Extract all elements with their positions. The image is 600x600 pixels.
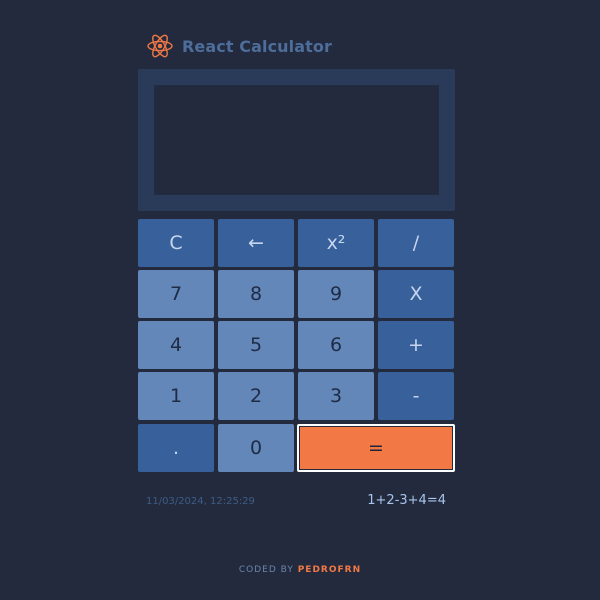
digit-9-button[interactable]: 9 (298, 270, 374, 318)
backspace-button[interactable]: ← (218, 219, 294, 267)
history-timestamp: 11/03/2024, 12:25:29 (146, 496, 255, 507)
history-row: 11/03/2024, 12:25:29 1+2-3+4=4 (146, 493, 446, 513)
divide-button[interactable]: / (378, 219, 454, 267)
credit-author-link[interactable]: PEDROFRN (298, 565, 361, 575)
digit-2-button[interactable]: 2 (218, 372, 294, 420)
subtract-button[interactable]: - (378, 372, 454, 420)
clear-button[interactable]: C (138, 219, 214, 267)
digit-6-button[interactable]: 6 (298, 321, 374, 369)
credit-prefix: CODED BY (238, 565, 298, 575)
square-button[interactable]: x² (298, 219, 374, 267)
decimal-button[interactable]: . (138, 424, 214, 472)
digit-7-button[interactable]: 7 (138, 270, 214, 318)
digit-0-button[interactable]: 0 (218, 424, 294, 472)
app-header: React Calculator (146, 30, 332, 62)
digit-5-button[interactable]: 5 (218, 321, 294, 369)
credit-line: CODED BY PEDROFRN (0, 565, 600, 575)
react-atom-icon (146, 32, 174, 60)
add-button[interactable]: + (378, 321, 454, 369)
digit-1-button[interactable]: 1 (138, 372, 214, 420)
multiply-button[interactable]: X (378, 270, 454, 318)
digit-8-button[interactable]: 8 (218, 270, 294, 318)
display-screen (154, 85, 439, 195)
equals-button[interactable]: = (297, 424, 455, 472)
app-title: React Calculator (182, 36, 332, 56)
display-frame (138, 69, 455, 211)
digit-3-button[interactable]: 3 (298, 372, 374, 420)
history-expression[interactable]: 1+2-3+4=4 (367, 493, 446, 508)
digit-4-button[interactable]: 4 (138, 321, 214, 369)
